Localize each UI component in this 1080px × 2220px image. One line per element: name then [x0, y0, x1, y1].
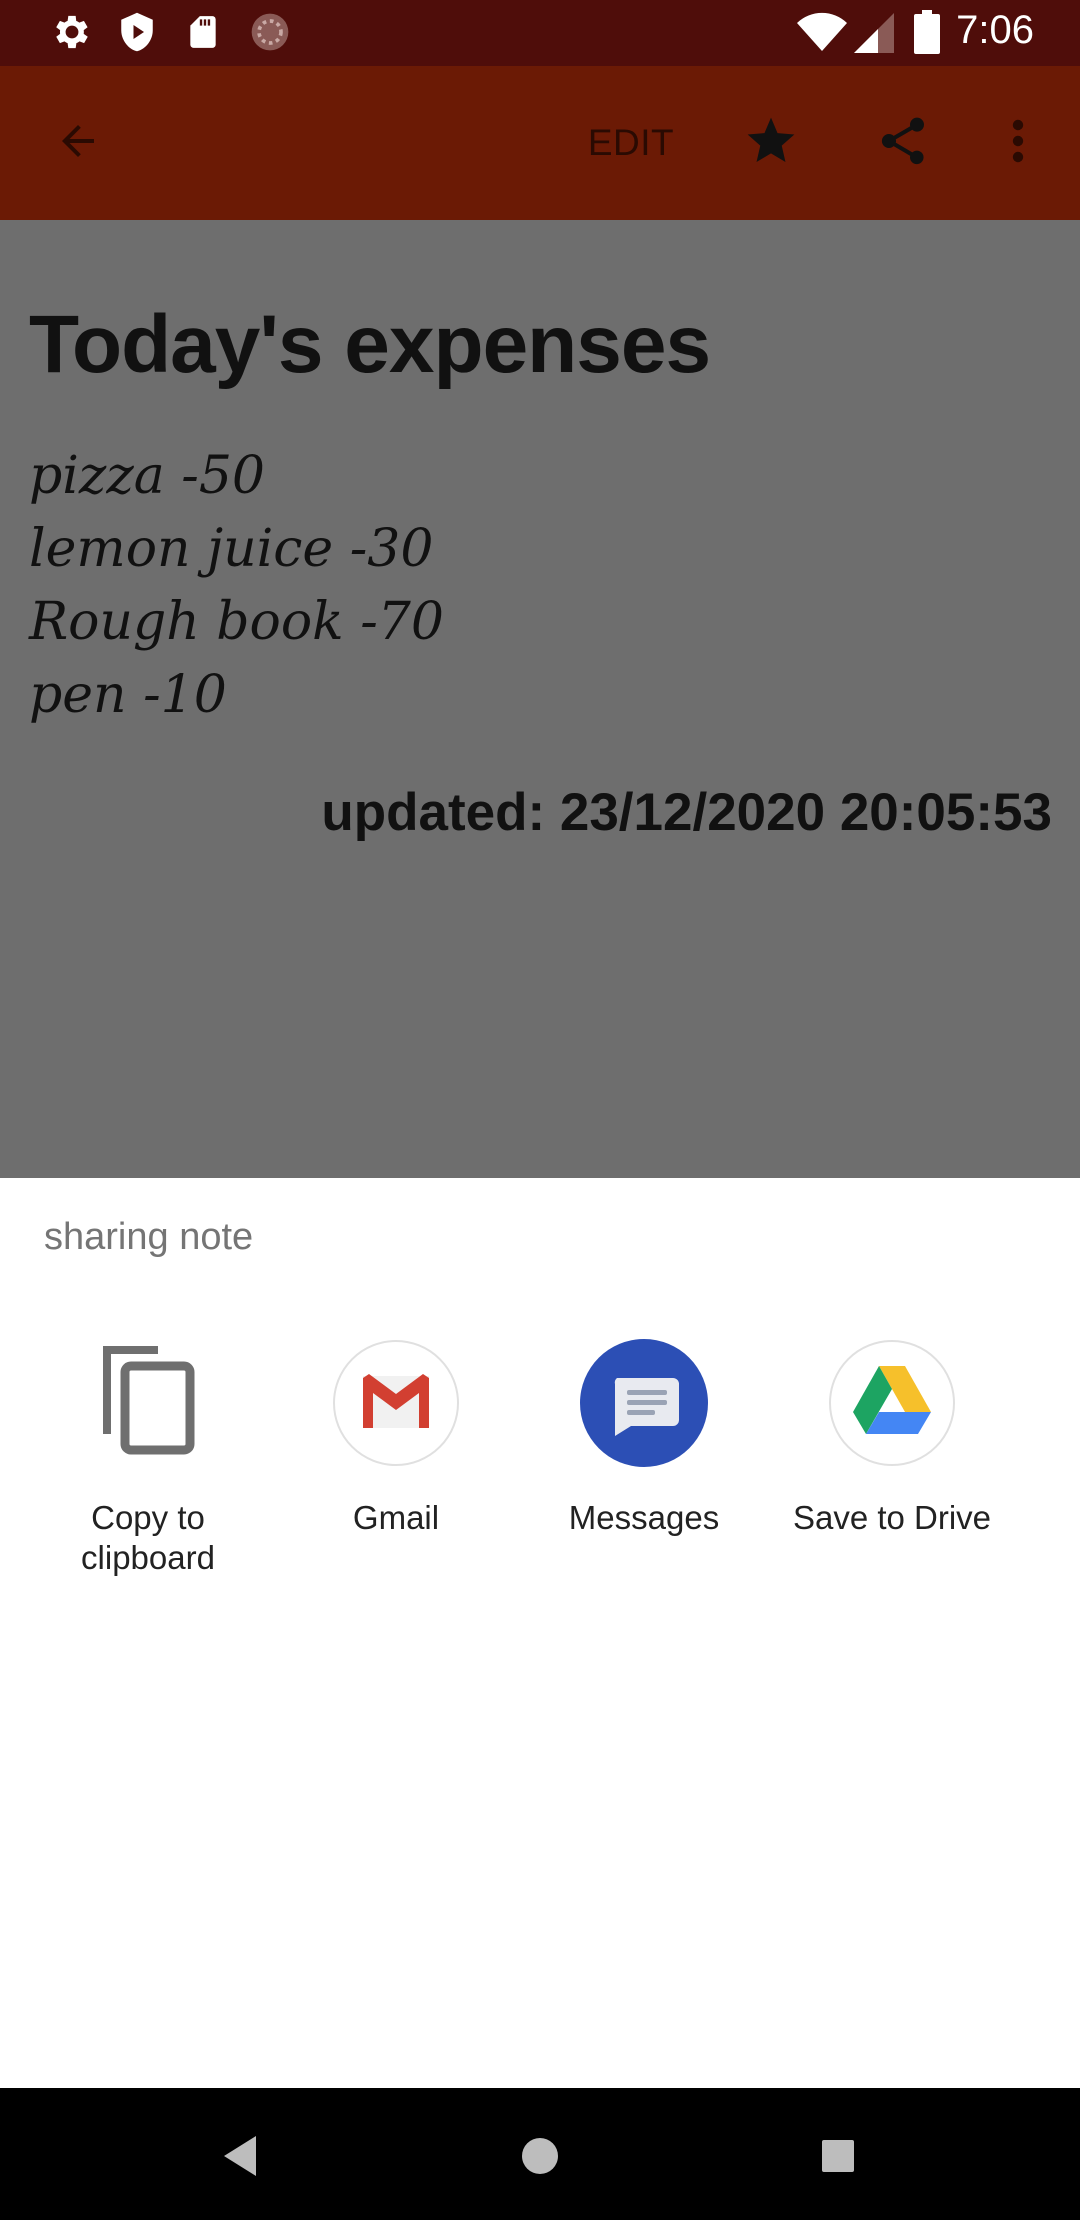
- share-sheet-title: sharing note: [44, 1216, 254, 1258]
- note-line: pen -10: [29, 665, 227, 725]
- more-options-button[interactable]: [990, 66, 1046, 220]
- note-updated-timestamp: updated: 23/12/2020 20:05:53: [321, 783, 1052, 842]
- messages-icon: [579, 1338, 709, 1468]
- shield-play-icon: [116, 10, 158, 59]
- nav-recents-button[interactable]: [798, 2118, 878, 2198]
- favorite-button[interactable]: [728, 66, 814, 220]
- wifi-icon: [796, 12, 848, 59]
- share-target-copy-to-clipboard[interactable]: Copy to clipboard: [24, 1338, 272, 1598]
- note-content: Today's expenses pizza -50 lemon juice -…: [0, 220, 1080, 1178]
- share-target-label: Save to Drive: [792, 1499, 992, 1536]
- battery-icon: [914, 10, 940, 59]
- note-line: Rough book -70: [29, 592, 444, 652]
- share-target-messages[interactable]: Messages: [520, 1338, 768, 1598]
- nav-back-button[interactable]: [200, 2118, 280, 2198]
- status-bar: 7:06: [0, 0, 1080, 66]
- note-body: pizza -50 lemon juice -30 Rough book -70…: [29, 440, 444, 732]
- app-toolbar: EDIT: [0, 66, 1080, 220]
- drive-icon: [827, 1338, 957, 1468]
- status-time: 7:06: [956, 8, 1034, 52]
- sync-circle-icon: [248, 10, 292, 59]
- more-vert-icon: [1010, 117, 1026, 170]
- share-target-label: Messages: [568, 1499, 720, 1536]
- share-target-save-to-drive[interactable]: Save to Drive: [768, 1338, 1016, 1598]
- share-sheet: sharing note Copy to clipboard Gmail Mes…: [0, 1178, 1080, 2088]
- settings-icon: [50, 10, 94, 59]
- nav-home-button[interactable]: [500, 2118, 580, 2198]
- note-title: Today's expenses: [29, 299, 711, 390]
- back-arrow-icon: [54, 117, 102, 170]
- share-target-label: Gmail: [352, 1499, 440, 1536]
- recents-square-icon: [820, 2138, 856, 2179]
- home-circle-icon: [520, 2136, 560, 2181]
- sd-card-icon: [184, 10, 222, 59]
- star-icon: [743, 113, 799, 174]
- share-button[interactable]: [860, 66, 946, 220]
- back-button[interactable]: [36, 66, 120, 220]
- edit-button[interactable]: EDIT: [572, 66, 690, 220]
- copy-icon: [83, 1338, 213, 1468]
- back-triangle-icon: [220, 2134, 260, 2183]
- note-line: pizza -50: [29, 446, 265, 506]
- gmail-icon: [331, 1338, 461, 1468]
- system-nav-bar: [0, 2088, 1080, 2220]
- note-line: lemon juice -30: [29, 519, 434, 579]
- cell-signal-icon: [854, 12, 894, 59]
- share-target-gmail[interactable]: Gmail: [272, 1338, 520, 1598]
- share-target-label: Copy to clipboard: [81, 1499, 215, 1576]
- share-icon: [875, 113, 931, 174]
